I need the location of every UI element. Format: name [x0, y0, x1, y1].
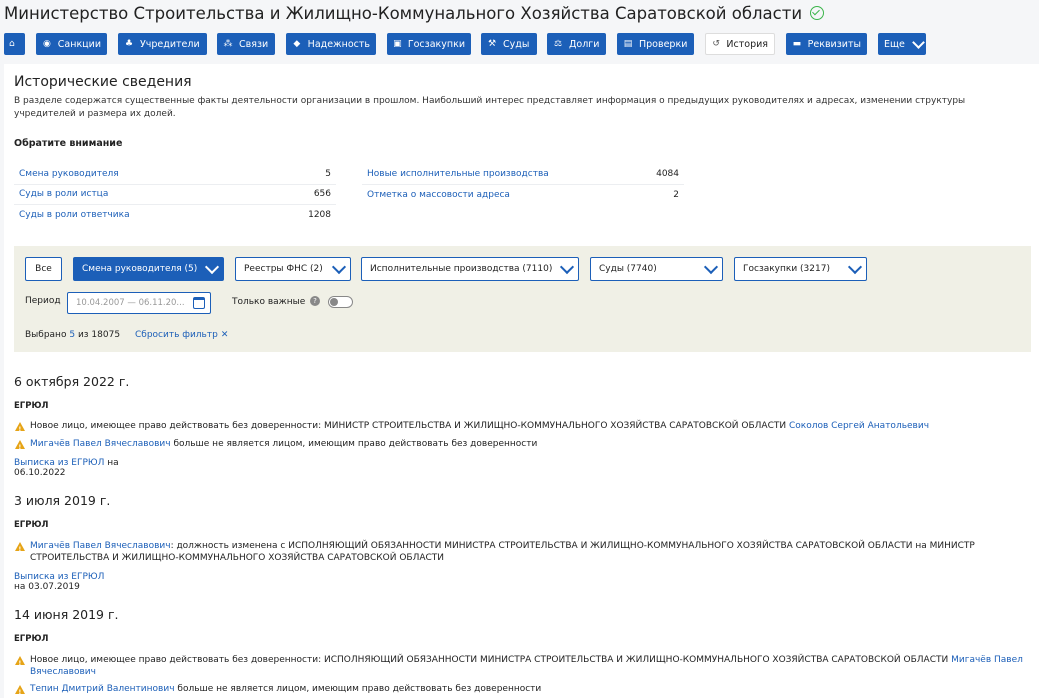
- tab-reliability[interactable]: ◆ Надежность: [286, 33, 376, 55]
- chevron-down-icon: [847, 259, 863, 275]
- help-icon[interactable]: ?: [310, 296, 320, 306]
- network-icon: ⁂: [223, 39, 233, 49]
- scales-icon: ⚖: [553, 39, 563, 49]
- chevron-down-icon: [204, 259, 220, 275]
- calendar-icon[interactable]: [193, 297, 205, 309]
- fact-link[interactable]: Суды в роли истца: [19, 189, 108, 199]
- chevron-down-icon: [911, 37, 920, 51]
- tab-courts[interactable]: ⚒ Суды: [481, 33, 537, 55]
- event-item: Новое лицо, имеющее право действовать бе…: [14, 654, 1026, 678]
- event-source: ЕГРЮЛ: [14, 634, 49, 644]
- important-only-label: Только важные: [232, 297, 306, 307]
- reset-filter-link[interactable]: Сбросить фильтр ✕: [135, 330, 228, 340]
- fact-value: 4084: [656, 168, 679, 179]
- event-item: Тепин Дмитрий Валентинович больше не явл…: [14, 683, 1026, 698]
- chevron-down-icon: [559, 259, 575, 275]
- person-link[interactable]: Соколов Сергей Анатольевич: [789, 421, 929, 431]
- event-item: Новое лицо, имеющее право действовать бе…: [14, 420, 1026, 436]
- fact-link[interactable]: Отметка о массовости адреса: [367, 190, 510, 200]
- tab-connections[interactable]: ⁂ Связи: [217, 33, 275, 55]
- history-panel: Исторические сведения В разделе содержат…: [4, 64, 1039, 698]
- fact-row: Суды в роли истца 656: [14, 185, 336, 205]
- section-description: В разделе содержатся существенные факты …: [14, 96, 966, 119]
- verified-check-icon: [810, 6, 825, 20]
- fact-value: 2: [673, 189, 679, 200]
- page-title: Министерство Строительства и Жилищно-Ком…: [4, 3, 803, 23]
- fact-value: 1208: [308, 210, 331, 221]
- egrul-extract-link[interactable]: Выписка из ЕГРЮЛ: [14, 458, 104, 468]
- event-block: 6 октября 2022 г. ЕГРЮЛ Новое лицо, имею…: [14, 374, 929, 478]
- event-block: 3 июля 2019 г. ЕГРЮЛ Мигачёв Павел Вячес…: [14, 493, 975, 592]
- fact-row: Суды в роли ответчика 1208: [14, 205, 336, 226]
- chevron-down-icon: [703, 259, 719, 275]
- extract-line: Выписка из ЕГРЮЛ на 06.10.2022: [14, 458, 119, 478]
- fact-link[interactable]: Новые исполнительные производства: [367, 169, 549, 179]
- tab-sanctions[interactable]: ◉ Санкции: [36, 33, 107, 55]
- filter-panel: Все Смена руководителя (5) Реестры ФНС (…: [14, 246, 1031, 352]
- warning-icon: [15, 656, 25, 670]
- section-title: Исторические сведения: [14, 74, 192, 90]
- period-label: Период: [25, 296, 61, 306]
- person-link[interactable]: Мигачёв Павел Вячеславович: [30, 439, 171, 449]
- filter-all-button[interactable]: Все: [25, 257, 62, 281]
- fact-row: Отметка о массовости адреса 2: [362, 185, 684, 206]
- event-date: 6 октября 2022 г.: [14, 374, 130, 389]
- tab-requisites[interactable]: ▬ Реквизиты: [786, 33, 867, 55]
- warning-icon: [15, 542, 25, 556]
- fact-row: Новые исполнительные производства 4084: [362, 164, 684, 185]
- tab-founders[interactable]: ♣ Учредители: [118, 33, 207, 55]
- filter-director-change[interactable]: Смена руководителя (5): [73, 257, 224, 281]
- shield-icon: ◆: [293, 39, 301, 49]
- fact-link[interactable]: Суды в роли ответчика: [19, 210, 130, 220]
- filter-fns-registries[interactable]: Реестры ФНС (2): [235, 257, 351, 281]
- gavel-icon: ⚒: [487, 39, 497, 49]
- tab-debts[interactable]: ⚖ Долги: [547, 33, 606, 55]
- extract-line: Выписка из ЕГРЮЛ на 03.07.2019: [14, 572, 105, 592]
- globe-icon: ◉: [42, 39, 51, 49]
- users-icon: ♣: [124, 39, 134, 49]
- document-icon: ▬: [792, 39, 802, 49]
- filter-courts[interactable]: Суды (7740): [590, 257, 723, 281]
- fact-row: Смена руководителя 5: [14, 164, 336, 185]
- home-button[interactable]: ⌂: [4, 33, 25, 55]
- facts-left: Смена руководителя 5 Суды в роли истца 6…: [14, 164, 336, 226]
- person-link[interactable]: Мигачёв Павел Вячеславович: [30, 541, 171, 551]
- filter-procurement[interactable]: Госзакупки (3217): [734, 257, 867, 281]
- event-source: ЕГРЮЛ: [14, 520, 49, 530]
- home-icon: ⌂: [9, 39, 15, 49]
- close-icon: ✕: [220, 330, 229, 340]
- selected-count: Выбрано 5 из 18075: [25, 330, 121, 340]
- filter-enforcement[interactable]: Исполнительные производства (7110): [361, 257, 579, 281]
- event-date: 3 июля 2019 г.: [14, 493, 111, 508]
- important-only-toggle[interactable]: [328, 296, 353, 308]
- history-icon: ↺: [712, 39, 720, 49]
- egrul-extract-link[interactable]: Выписка из ЕГРЮЛ: [14, 572, 104, 582]
- chevron-down-icon: [331, 259, 347, 275]
- fact-value: 656: [313, 189, 331, 200]
- facts-right: Новые исполнительные производства 4084 О…: [362, 164, 684, 205]
- fact-value: 5: [325, 168, 331, 179]
- warning-icon: [15, 422, 25, 436]
- fact-link[interactable]: Смена руководителя: [19, 169, 119, 179]
- event-item: Мигачёв Павел Вячеславович: должность из…: [14, 540, 1026, 564]
- warning-icon: [15, 685, 25, 698]
- tab-more[interactable]: Еще: [878, 33, 926, 55]
- event-block: 14 июня 2019 г. ЕГРЮЛ Новое лицо, имеюще…: [14, 607, 1023, 698]
- clipboard-icon: ▤: [623, 39, 633, 49]
- tab-procurement[interactable]: ▣ Госзакупки: [387, 33, 471, 55]
- warning-icon: [15, 440, 25, 454]
- contract-icon: ▣: [393, 39, 402, 49]
- header: Министерство Строительства и Жилищно-Ком…: [0, 0, 1039, 26]
- event-source: ЕГРЮЛ: [14, 401, 49, 411]
- person-link[interactable]: Тепин Дмитрий Валентинович: [30, 684, 175, 694]
- event-item: Мигачёв Павел Вячеславович больше не явл…: [14, 438, 1026, 454]
- notice-title: Обратите внимание: [14, 138, 123, 149]
- period-input[interactable]: 10.04.2007 — 06.11.20...: [67, 292, 211, 314]
- section-navbar: ⌂ ◉ Санкции ♣ Учредители ⁂ Связи ◆ Надежност…: [0, 33, 1039, 55]
- event-date: 14 июня 2019 г.: [14, 607, 119, 622]
- tab-history[interactable]: ↺ История: [705, 33, 775, 55]
- tab-inspections[interactable]: ▤ Проверки: [617, 33, 694, 55]
